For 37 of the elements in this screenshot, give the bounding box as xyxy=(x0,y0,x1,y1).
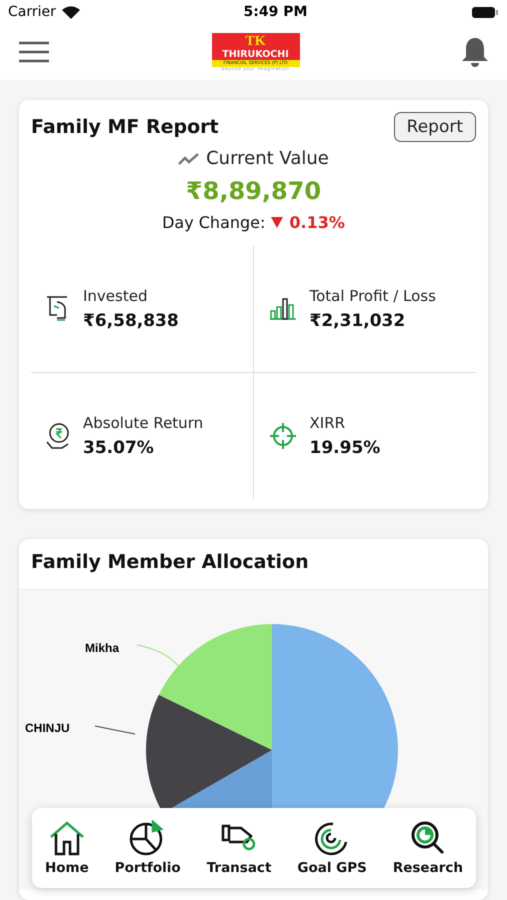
stat-value: ₹2,31,032 xyxy=(310,311,406,331)
day-change-label: Day Change: xyxy=(162,213,266,232)
stat-value: 19.95% xyxy=(310,438,380,458)
nav-tab[interactable]: Portfolio xyxy=(110,820,185,876)
nav-tab[interactable]: Transact xyxy=(202,820,276,876)
card-title: Family Member Allocation xyxy=(31,551,309,573)
slice-label: Mikha xyxy=(85,641,120,655)
current-value: ₹8,89,870 xyxy=(186,177,322,205)
carrier-label: Carrier xyxy=(8,4,56,20)
logo-monogram: TK xyxy=(245,34,266,49)
stat-label: Total Profit / Loss xyxy=(310,287,436,305)
nav-tab[interactable]: Goal GPS xyxy=(293,820,371,876)
rupee-coin-hand-icon xyxy=(45,422,71,450)
current-value-label: Current Value xyxy=(206,148,329,169)
stat-value: 35.07% xyxy=(83,438,155,458)
leader-line xyxy=(94,726,136,734)
stat-value: ₹6,58,838 xyxy=(83,311,179,331)
stat-label: Absolute Return xyxy=(83,414,204,432)
battery-icon xyxy=(471,6,499,19)
nav-tab[interactable]: Home xyxy=(40,820,93,876)
report-button[interactable]: Report xyxy=(394,112,476,142)
wifi-icon xyxy=(62,6,80,19)
search-chart-icon xyxy=(408,820,447,856)
home-icon xyxy=(48,820,86,856)
stat-label: XIRR xyxy=(310,414,346,432)
clock-time: 5:49 PM xyxy=(244,4,308,20)
stat-label: Invested xyxy=(83,287,148,305)
trend-line-icon xyxy=(178,152,200,166)
bar-chart-icon xyxy=(268,297,298,321)
slice-label: CHINJU xyxy=(25,721,70,735)
nav-tab[interactable]: Research xyxy=(388,820,467,876)
logo-name: THIRUKOCHI xyxy=(222,48,289,60)
day-change-value: 0.13% xyxy=(289,213,345,232)
card-title: Family MF Report xyxy=(31,116,219,138)
bell-icon[interactable] xyxy=(461,36,489,68)
target-icon xyxy=(268,421,298,451)
menu-icon[interactable] xyxy=(18,40,50,64)
